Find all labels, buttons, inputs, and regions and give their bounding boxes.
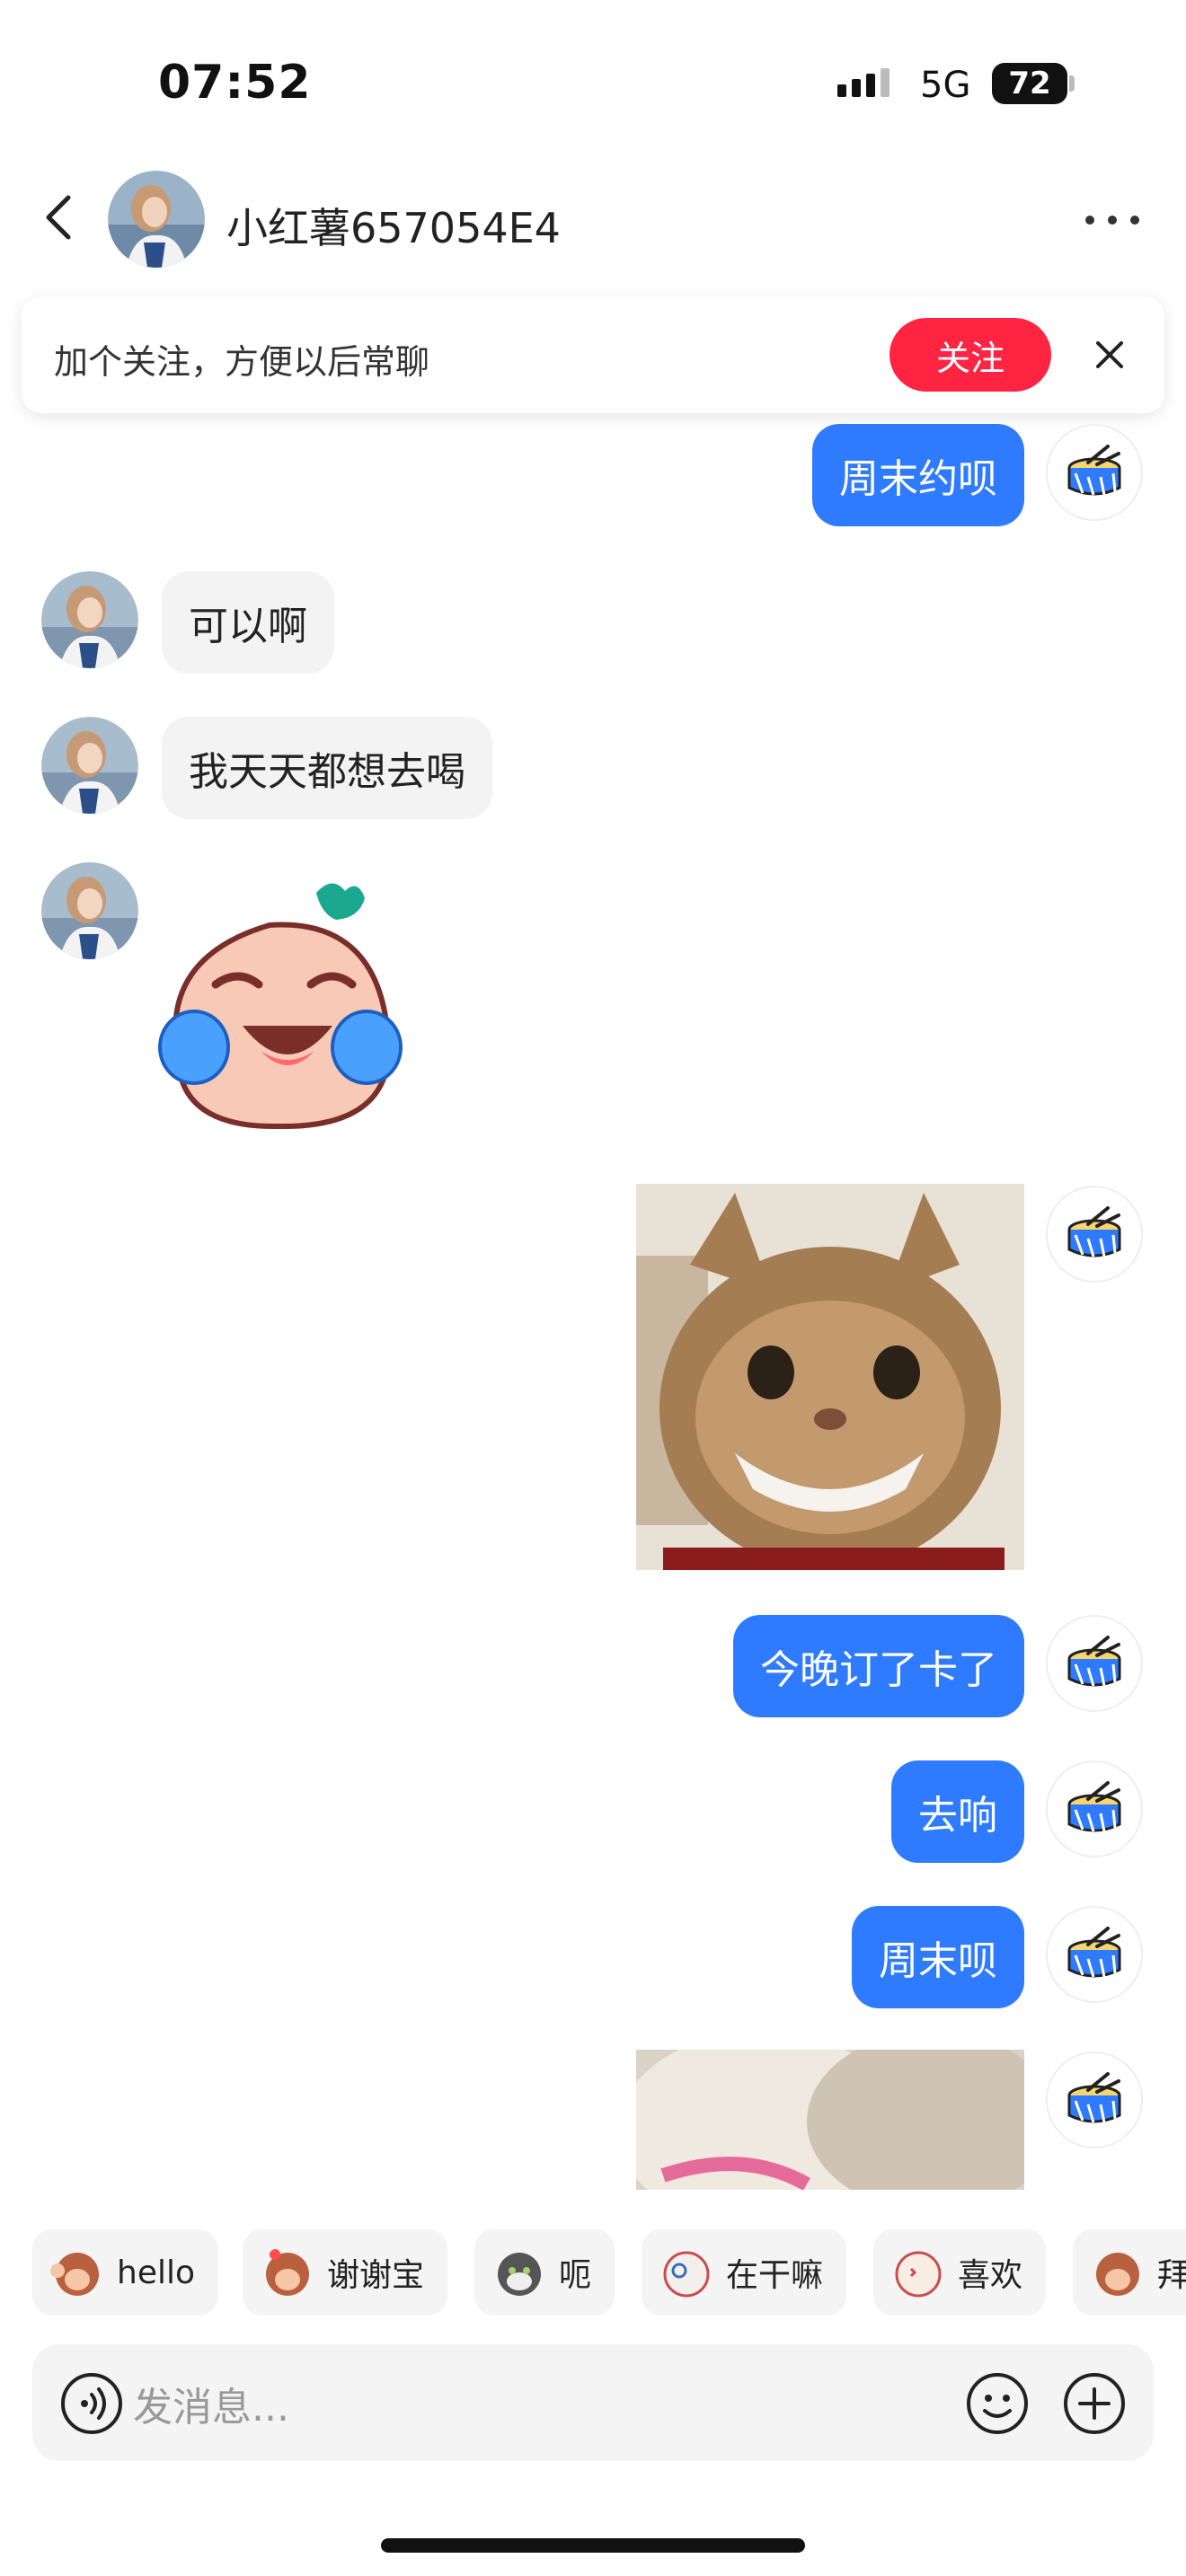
quick-reply-what-doing[interactable]: 在干嘛 — [642, 2229, 847, 2316]
home-indicator[interactable] — [381, 2538, 805, 2553]
battery-cap — [1069, 75, 1075, 92]
quick-reply-uh[interactable]: 呃 — [474, 2229, 615, 2316]
quick-reply-hello[interactable]: hello — [32, 2229, 218, 2316]
message-bubble-received[interactable]: 可以啊 — [162, 571, 334, 674]
my-avatar[interactable] — [1046, 424, 1143, 521]
drum-avatar-icon — [1063, 1632, 1126, 1695]
close-icon[interactable] — [1089, 334, 1130, 375]
more-dots-icon[interactable] — [1085, 198, 1139, 243]
drum-avatar-icon — [1063, 1203, 1126, 1266]
message-bubble-sent[interactable]: 去响 — [891, 1760, 1024, 1863]
laughing-sticker[interactable] — [153, 868, 408, 1132]
drum-avatar-icon — [1063, 1923, 1126, 1986]
follow-button[interactable]: 关注 — [890, 318, 1051, 392]
quick-reply-label: 拜 — [1157, 2257, 1186, 2294]
quick-reply-thanks[interactable]: 谢谢宝 — [243, 2229, 448, 2316]
quick-reply-label: 呃 — [559, 2257, 592, 2294]
cartoon-sticker-icon — [663, 2251, 710, 2298]
my-avatar[interactable] — [1046, 1615, 1143, 1712]
message-bubble-sent[interactable]: 周末呗 — [852, 1906, 1024, 2008]
quick-reply-label: 喜欢 — [958, 2257, 1023, 2294]
my-avatar[interactable] — [1046, 2051, 1143, 2148]
cartoon-sticker-icon — [895, 2251, 942, 2298]
network-label: 5G — [920, 65, 971, 106]
follow-banner-text: 加个关注，方便以后常聊 — [54, 342, 430, 382]
signal-icon — [837, 68, 890, 97]
contact-message-avatar[interactable] — [41, 862, 138, 959]
drum-avatar-icon — [1063, 441, 1126, 504]
contact-message-avatar[interactable] — [41, 717, 138, 814]
monkey-sticker-icon — [1096, 2253, 1139, 2296]
voice-icon[interactable] — [59, 2371, 124, 2436]
quick-reply-label: 谢谢宝 — [327, 2257, 425, 2294]
quick-reply-bye[interactable]: 拜 — [1073, 2229, 1186, 2316]
cat-photo-message-2[interactable] — [636, 2050, 1024, 2190]
plus-icon[interactable] — [1062, 2371, 1127, 2436]
contact-avatar[interactable] — [108, 171, 205, 268]
cat-sticker-icon — [498, 2253, 541, 2296]
my-avatar[interactable] — [1046, 1760, 1143, 1857]
contact-name: 小红薯657054E4 — [226, 204, 561, 252]
message-input[interactable]: 发消息... — [133, 2375, 289, 2432]
quick-reply-like[interactable]: 喜欢 — [873, 2229, 1047, 2316]
drum-avatar-icon — [1063, 2069, 1126, 2131]
drum-avatar-icon — [1063, 1778, 1126, 1840]
my-avatar[interactable] — [1046, 1186, 1143, 1283]
battery-icon: 72 — [992, 63, 1067, 104]
monkey-sticker-icon — [50, 2253, 99, 2296]
quick-reply-label: 在干嘛 — [726, 2257, 824, 2294]
my-avatar[interactable] — [1046, 1906, 1143, 2003]
status-time: 07:52 — [158, 56, 312, 110]
cat-photo-message[interactable] — [636, 1184, 1024, 1570]
message-bubble-sent[interactable]: 今晚订了卡了 — [733, 1615, 1024, 1717]
emoji-icon[interactable] — [965, 2371, 1030, 2436]
contact-message-avatar[interactable] — [41, 571, 138, 668]
follow-banner: 加个关注，方便以后常聊 关注 — [22, 296, 1164, 413]
monkey-sticker-icon — [266, 2249, 309, 2296]
message-bubble-received[interactable]: 我天天都想去喝 — [162, 717, 492, 819]
back-arrow-icon[interactable] — [36, 192, 86, 243]
quick-reply-label: hello — [117, 2254, 195, 2291]
message-bubble-sent[interactable]: 周末约呗 — [812, 424, 1024, 526]
